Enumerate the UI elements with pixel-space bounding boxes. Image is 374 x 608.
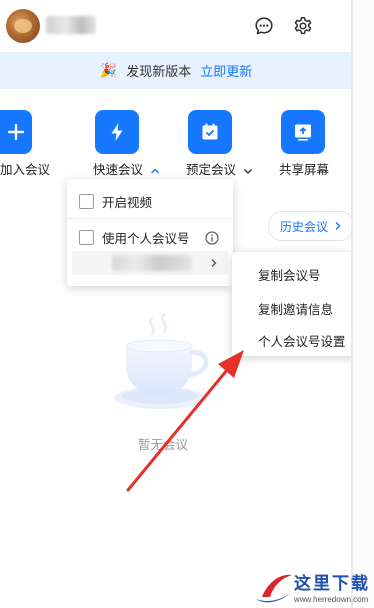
watermark-title: 这里下载 — [294, 574, 370, 594]
history-meetings-button[interactable]: 历史会议 — [268, 211, 354, 241]
copy-meeting-id-item[interactable]: 复制会议号 — [258, 265, 321, 284]
personal-id-settings-item[interactable]: 个人会议号设置 — [258, 331, 346, 350]
quick-meeting-label[interactable]: 快速会议 — [93, 159, 160, 178]
update-banner-text: 发现新版本 — [126, 64, 192, 79]
share-screen-label[interactable]: 共享屏幕 — [279, 159, 329, 178]
gear-icon[interactable] — [292, 15, 314, 37]
history-meetings-label: 历史会议 — [279, 219, 328, 234]
message-bubble-icon[interactable] — [253, 15, 275, 37]
site-watermark: 这里下载 www.herredown.com — [250, 567, 374, 608]
meeting-app-window: 🎉 发现新版本 立即更新 加入会议 快速会议 预定会议 共享屏幕 历史会议 暂无… — [0, 0, 357, 608]
background-panel — [353, 0, 374, 608]
user-avatar[interactable] — [6, 9, 40, 43]
user-name-redacted — [46, 16, 96, 34]
update-banner: 🎉 发现新版本 立即更新 — [0, 52, 352, 89]
join-meeting-button[interactable] — [0, 110, 32, 154]
personal-meeting-id-row[interactable] — [72, 251, 228, 275]
screen-share-icon — [295, 124, 311, 141]
use-personal-id-option[interactable]: 使用个人会议号 — [67, 228, 233, 247]
share-screen-button[interactable] — [281, 110, 325, 154]
info-icon[interactable] — [205, 230, 219, 245]
chevron-down-icon — [243, 168, 252, 174]
chevron-up-icon — [150, 168, 159, 174]
use-personal-id-checkbox[interactable] — [79, 230, 94, 245]
chevron-right-icon — [211, 259, 217, 267]
schedule-meeting-text: 预定会议 — [186, 163, 237, 177]
plus-icon — [8, 124, 24, 140]
join-meeting-label[interactable]: 加入会议 — [0, 159, 50, 178]
lightning-icon — [111, 123, 123, 141]
quick-meeting-dropdown: 开启视频 使用个人会议号 — [67, 179, 233, 286]
enable-video-label: 开启视频 — [102, 196, 153, 210]
enable-video-option[interactable]: 开启视频 — [67, 192, 233, 211]
calendar-check-icon — [202, 123, 218, 140]
quick-meeting-button[interactable] — [95, 110, 139, 154]
party-popper-icon: 🎉 — [99, 62, 118, 78]
schedule-meeting-button[interactable] — [188, 110, 232, 154]
chevron-right-icon — [335, 222, 341, 230]
quick-meeting-text: 快速会议 — [93, 163, 144, 177]
personal-meeting-id-redacted — [112, 255, 192, 271]
update-now-link[interactable]: 立即更新 — [200, 61, 252, 80]
use-personal-id-label: 使用个人会议号 — [102, 232, 190, 246]
watermark-logo-icon — [256, 574, 292, 603]
copy-invitation-item[interactable]: 复制邀请信息 — [258, 299, 333, 318]
watermark-url: www.herredown.com — [294, 595, 369, 604]
schedule-meeting-label[interactable]: 预定会议 — [186, 159, 253, 178]
dropdown-divider — [67, 218, 233, 219]
annotation-arrow — [126, 350, 244, 492]
enable-video-checkbox[interactable] — [79, 194, 94, 209]
